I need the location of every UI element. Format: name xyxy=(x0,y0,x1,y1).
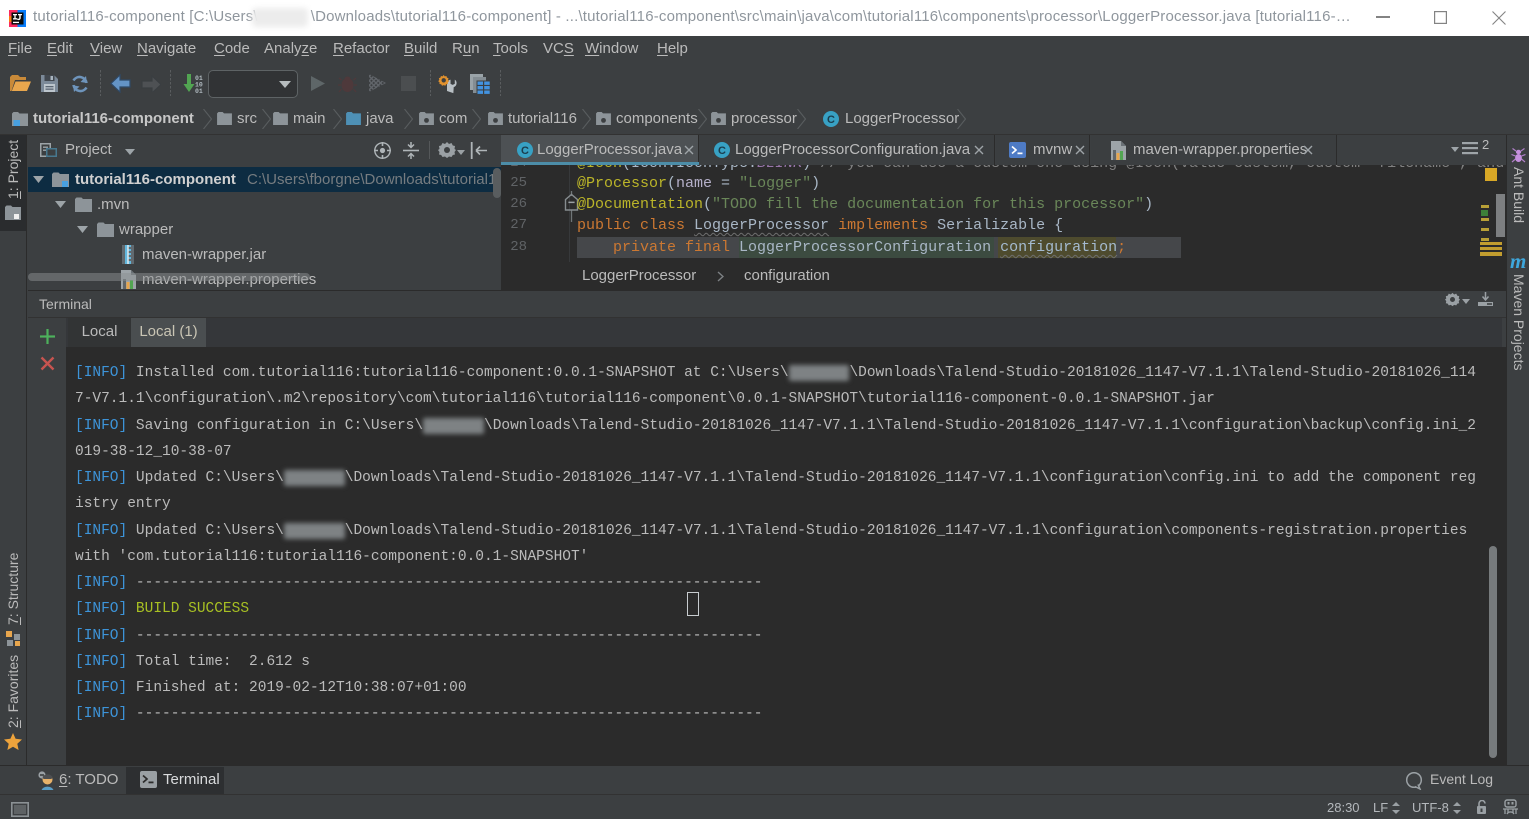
svg-text:C: C xyxy=(718,145,726,157)
svg-text:C: C xyxy=(521,145,529,157)
svg-text:01: 01 xyxy=(195,88,203,94)
svg-text:C: C xyxy=(827,114,835,126)
